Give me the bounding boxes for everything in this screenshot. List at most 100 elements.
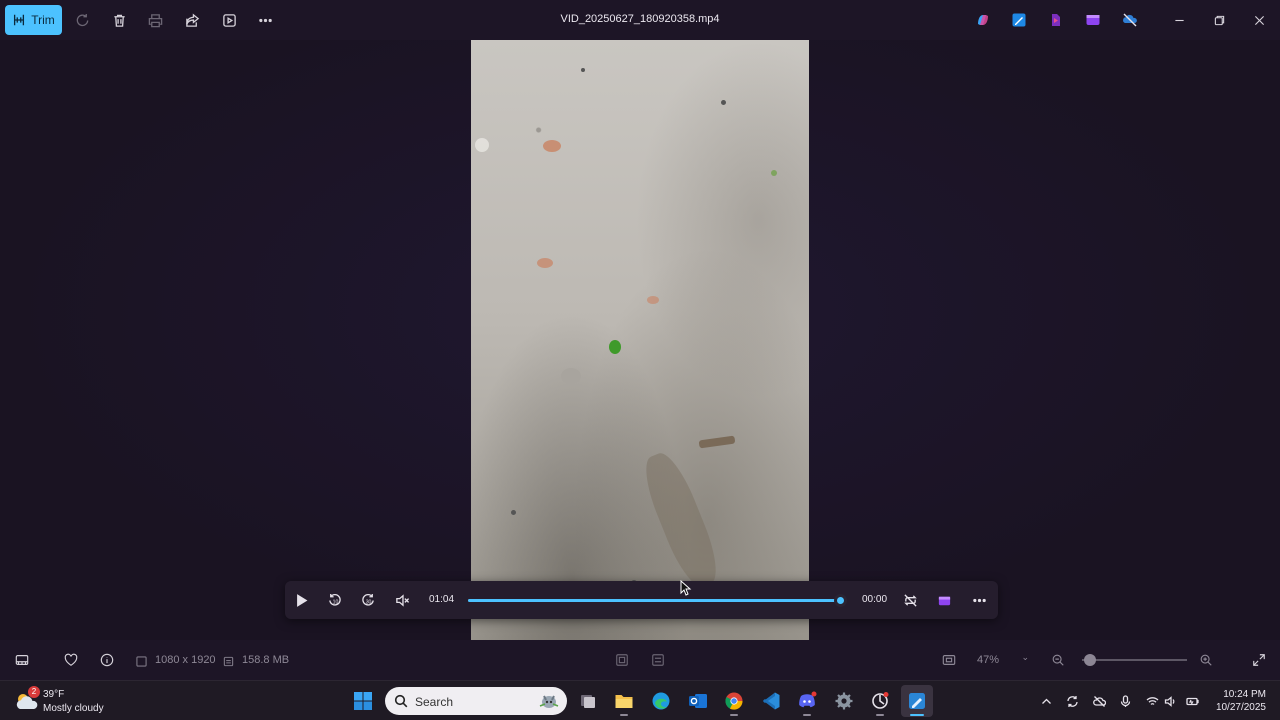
weather-condition: Mostly cloudy (43, 703, 104, 714)
volume-tray-button[interactable] (1162, 693, 1178, 709)
sync-icon (1066, 695, 1078, 707)
restore-button[interactable] (1199, 0, 1239, 40)
more-icon (258, 18, 272, 22)
vscode-icon (763, 692, 780, 710)
microphone-tray-button[interactable] (1117, 693, 1133, 709)
weather-widget[interactable]: 2 39°F Mostly cloudy (14, 686, 124, 716)
file-title: VID_20250627_180920358.mp4 (560, 13, 720, 25)
video-frame[interactable] (471, 40, 809, 640)
zoom-out-button[interactable] (1044, 646, 1072, 674)
clock-time: 10:24 PM (1223, 689, 1266, 700)
fit-to-window-button[interactable] (608, 646, 636, 674)
search-icon (394, 694, 408, 708)
wifi-tray-button[interactable] (1144, 693, 1160, 709)
video-detail (537, 258, 553, 268)
video-detail (647, 296, 659, 304)
filmstrip-button[interactable] (8, 646, 36, 674)
sync-tray-button[interactable] (1064, 693, 1080, 709)
zoom-slider-thumb[interactable] (1084, 654, 1096, 666)
edge-button[interactable] (645, 685, 677, 717)
remaining-time: 00:00 (862, 594, 888, 605)
chrome-icon (725, 692, 743, 710)
show-hidden-icons-button[interactable] (1038, 693, 1054, 709)
microphone-icon (1120, 694, 1130, 707)
forward-30-icon: 30 (361, 593, 374, 606)
player-more-button[interactable] (965, 586, 993, 614)
outlook-icon (689, 694, 707, 708)
video-editor-icon[interactable] (1084, 11, 1102, 29)
chrome-button[interactable] (718, 685, 750, 717)
seek-progress (468, 599, 840, 602)
zoom-level: 47% (977, 654, 1000, 666)
search-highlight-icon (539, 695, 559, 708)
start-button[interactable] (347, 685, 379, 717)
trim-label: Trim (31, 13, 55, 27)
zoom-dropdown[interactable]: 47% ⌄ (969, 648, 1039, 672)
taskbar-clock[interactable]: 10:24 PM 10/27/2025 (1206, 688, 1266, 714)
more-options-button[interactable] (251, 6, 279, 34)
play-button[interactable] (287, 586, 315, 614)
dimensions-icon (136, 654, 147, 667)
running-indicator (803, 714, 811, 716)
running-indicator (910, 714, 924, 716)
forward-button[interactable]: 30 (354, 586, 382, 614)
compare-button[interactable] (644, 646, 672, 674)
file-explorer-button[interactable] (608, 685, 640, 717)
seek-thumb[interactable] (834, 594, 847, 607)
photo-editor-icon[interactable] (1010, 11, 1028, 29)
playback-controls: 10 30 01:04 00:00 (285, 581, 998, 619)
vscode-button[interactable] (755, 685, 787, 717)
taskbar: 2 39°F Mostly cloudy Search 10:24 PM 10/… (0, 680, 1280, 720)
taskbar-search[interactable]: Search (385, 687, 567, 715)
minimize-button[interactable] (1159, 0, 1199, 40)
trim-button[interactable]: Trim (5, 5, 62, 35)
file-size-icon (223, 654, 234, 667)
video-detail (561, 368, 581, 384)
windows-logo-icon (354, 692, 372, 710)
clipchamp-icon[interactable] (1047, 11, 1065, 29)
edge-icon (652, 692, 670, 710)
repeat-button[interactable] (896, 586, 924, 614)
battery-plug-icon (1185, 697, 1199, 705)
zoom-slider-track[interactable] (1082, 659, 1187, 661)
media-viewer[interactable] (0, 40, 1280, 640)
search-placeholder: Search (415, 695, 454, 709)
video-detail (581, 68, 585, 72)
outlook-button[interactable] (682, 685, 714, 717)
clipchamp-edit-button[interactable] (930, 586, 958, 614)
restore-icon (1214, 15, 1224, 25)
compare-icon (652, 654, 664, 666)
print-button[interactable] (141, 6, 169, 34)
chatgpt-button[interactable] (864, 685, 896, 717)
expand-icon (1253, 654, 1265, 666)
file-size-text: 158.8 MB (242, 654, 290, 666)
file-info-button[interactable] (93, 646, 121, 674)
zoom-in-button[interactable] (1192, 646, 1220, 674)
slideshow-button[interactable] (215, 6, 243, 34)
close-button[interactable] (1239, 0, 1279, 40)
actual-size-button[interactable] (935, 646, 963, 674)
seek-bar[interactable] (468, 594, 847, 607)
rewind-button[interactable]: 10 (320, 586, 348, 614)
trash-icon (113, 14, 125, 27)
video-detail (721, 100, 726, 105)
cloud-off-icon (1092, 695, 1106, 707)
favorite-button[interactable] (57, 646, 85, 674)
video-detail (543, 140, 561, 152)
mute-button[interactable] (388, 586, 416, 614)
rotate-button[interactable] (68, 6, 96, 34)
task-view-button[interactable] (572, 685, 604, 717)
fullscreen-button[interactable] (1245, 646, 1273, 674)
share-button[interactable] (178, 6, 206, 34)
settings-button[interactable] (828, 685, 860, 717)
photos-button[interactable] (901, 685, 933, 717)
onedrive-tray-button[interactable] (1091, 693, 1107, 709)
discord-button[interactable] (791, 685, 823, 717)
copilot-icon[interactable] (974, 11, 992, 29)
delete-button[interactable] (105, 6, 133, 34)
onedrive-offline-icon[interactable] (1121, 11, 1139, 29)
battery-tray-button[interactable] (1184, 693, 1200, 709)
actual-size-icon (942, 655, 956, 665)
clock-date: 10/27/2025 (1215, 702, 1266, 713)
filmstrip-icon (15, 655, 29, 665)
